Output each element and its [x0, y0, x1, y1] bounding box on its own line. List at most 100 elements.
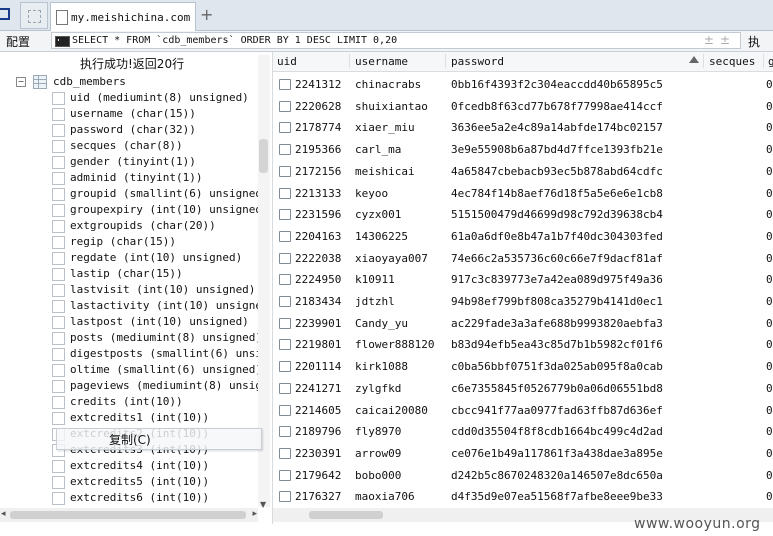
cell-uid[interactable]: 2220628 [295, 100, 341, 113]
cell-password[interactable]: 0fcedb8f63cd77b678f77998ae414ccf [451, 100, 663, 113]
cell-username[interactable]: 14306225 [355, 230, 408, 243]
cell-uid[interactable]: 2179642 [295, 469, 341, 482]
row-checkbox[interactable] [279, 144, 291, 156]
field-item[interactable]: lastpost (int(10) unsigned) [52, 315, 262, 331]
field-checkbox[interactable] [52, 188, 65, 201]
row-checkbox[interactable] [279, 317, 291, 329]
table-row[interactable]: 2204163 14306225 61a0a6df0e8b47a1b7f40dc30… [273, 226, 773, 248]
field-item[interactable]: digestposts (smallint(6) unsigned) [52, 347, 262, 363]
execute-button[interactable]: 执 [748, 33, 760, 50]
cell-username[interactable]: kirk1088 [355, 360, 408, 373]
table-row[interactable]: 2230391 arrow09 ce076e1b49a117861f3a438dae… [273, 443, 773, 465]
table-row[interactable]: 2178774 xiaer_miu 3636ee5a2e4c89a14abfde17… [273, 117, 773, 139]
cell-secques[interactable]: 0 [766, 187, 773, 200]
cell-username[interactable]: jdtzhl [355, 295, 395, 308]
cell-username[interactable]: fly8970 [355, 425, 401, 438]
row-checkbox[interactable] [279, 209, 291, 221]
cell-uid[interactable]: 2219801 [295, 338, 341, 351]
column-divider[interactable] [349, 54, 350, 68]
cell-password[interactable]: cdd0d35504f8f8cdb1664bc499c4d2ad [451, 425, 663, 438]
row-checkbox[interactable] [279, 274, 291, 286]
field-checkbox[interactable] [52, 108, 65, 121]
field-checkbox[interactable] [52, 124, 65, 137]
table-row[interactable]: 2179642 bobo000 d242b5c8670248320a146507e8… [273, 465, 773, 487]
cell-uid[interactable]: 2231596 [295, 208, 341, 221]
row-checkbox[interactable] [279, 79, 291, 90]
field-checkbox[interactable] [52, 140, 65, 153]
cell-uid[interactable]: 2241271 [295, 382, 341, 395]
field-checkbox[interactable] [52, 252, 65, 265]
field-item[interactable]: extcredits6 (int(10)) [52, 491, 262, 507]
row-checkbox[interactable] [279, 187, 291, 199]
field-checkbox[interactable] [52, 348, 65, 361]
table-row[interactable]: 2176327 maoxia706 d4f35d9e07ea51568f7afbe8… [273, 486, 773, 508]
field-checkbox[interactable] [52, 284, 65, 297]
table-row[interactable]: 2172156 meishicai 4a65847cbebacb93ec5b878a… [273, 161, 773, 183]
field-checkbox[interactable] [52, 92, 65, 105]
scroll-thumb[interactable] [259, 139, 268, 173]
cell-password[interactable]: 61a0a6df0e8b47a1b7f40dc304303fed [451, 230, 663, 243]
tab-active[interactable]: my.meishichina.com [50, 2, 196, 31]
cell-username[interactable]: xiaer_miu [355, 121, 415, 134]
cell-secques[interactable]: 0 [766, 230, 773, 243]
cell-username[interactable]: flower888120 [355, 338, 434, 351]
field-checkbox[interactable] [52, 268, 65, 281]
cell-password[interactable]: d4f35d9e07ea51568f7afbe8eee9be33 [451, 490, 663, 503]
field-item[interactable]: extgroupids (char(20)) [52, 219, 262, 235]
row-checkbox[interactable] [279, 165, 291, 177]
cell-secques[interactable]: 0 [766, 100, 773, 113]
column-header-uid[interactable]: uid [277, 55, 297, 68]
field-checkbox[interactable] [52, 492, 65, 505]
cell-uid[interactable]: 2241312 [295, 78, 341, 91]
tab-blank[interactable] [20, 2, 48, 29]
scroll-thumb[interactable] [10, 511, 246, 519]
scroll-down-arrow-icon[interactable]: ▼ [260, 500, 266, 509]
row-checkbox[interactable] [279, 100, 291, 112]
column-divider[interactable] [703, 54, 704, 68]
table-row[interactable]: 2224950 k10911 917c3c839773e7a42ea089d975f… [273, 269, 773, 291]
cell-username[interactable]: keyoo [355, 187, 388, 200]
field-checkbox[interactable] [52, 332, 65, 345]
field-item[interactable]: gender (tinyint(1)) [52, 155, 262, 171]
cell-username[interactable]: zylgfkd [355, 382, 401, 395]
cell-password[interactable]: 74e66c2a535736c60c66e7f9dacf81af [451, 252, 663, 265]
row-checkbox[interactable] [279, 491, 291, 503]
field-checkbox[interactable] [52, 364, 65, 377]
cell-uid[interactable]: 2224950 [295, 273, 341, 286]
row-checkbox[interactable] [279, 122, 291, 134]
cell-uid[interactable]: 2176327 [295, 490, 341, 503]
new-tab-button[interactable]: + [200, 5, 213, 24]
cell-secques[interactable]: 0 [766, 208, 773, 221]
cell-password[interactable]: 4a65847cbebacb93ec5b878abd64cdfc [451, 165, 663, 178]
table-row[interactable]: 2220628 shuixiantao 0fcedb8f63cd77b678f779… [273, 96, 773, 118]
cell-password[interactable]: 0bb16f4393f2c304eaccdd40b65895c5 [451, 78, 663, 91]
cell-username[interactable]: cyzx001 [355, 208, 401, 221]
row-checkbox[interactable] [279, 339, 291, 351]
sql-input[interactable]: SELECT * FROM `cdb_members` ORDER BY 1 D… [51, 32, 741, 49]
cell-password[interactable]: ac229fade3a3afe688b9993820aebfa3 [451, 317, 663, 330]
field-checkbox[interactable] [52, 300, 65, 313]
column-header-username[interactable]: username [355, 55, 408, 68]
cell-username[interactable]: bobo000 [355, 469, 401, 482]
cell-password[interactable]: b83d94efb5ea43c85d7b1b5982cf01f6 [451, 338, 663, 351]
table-row[interactable]: 2201114 kirk1088 c0ba56bbf0751f3da025ab095… [273, 356, 773, 378]
cell-password[interactable]: 3636ee5a2e4c89a14abfde174bc02157 [451, 121, 663, 134]
table-row[interactable]: 2222038 xiaoyaya007 74e66c2a535736c60c66e7… [273, 248, 773, 270]
table-row[interactable]: 2189796 fly8970 cdd0d35504f8f8cdb1664bc499… [273, 421, 773, 443]
cell-secques[interactable]: 0 [766, 360, 773, 373]
field-item[interactable]: regip (char(15)) [52, 235, 262, 251]
field-item[interactable]: groupexpiry (int(10) unsigned) [52, 203, 262, 219]
cell-secques[interactable]: 0 [766, 338, 773, 351]
field-checkbox[interactable] [52, 156, 65, 169]
cell-secques[interactable]: 0 [766, 404, 773, 417]
cell-uid[interactable]: 2172156 [295, 165, 341, 178]
field-item[interactable]: pageviews (mediumint(8) unsigned) [52, 379, 262, 395]
cell-username[interactable]: chinacrabs [355, 78, 421, 91]
column-header-secques[interactable]: secques [709, 55, 755, 68]
field-item[interactable]: credits (int(10)) [52, 395, 262, 411]
table-row[interactable]: 2241312 chinacrabs 0bb16f4393f2c304eaccdd4… [273, 74, 773, 96]
table-row[interactable]: 2213133 keyoo 4ec784f14b8aef76d18f5a5e6e6e… [273, 183, 773, 205]
field-item[interactable]: extcredits5 (int(10)) [52, 475, 262, 491]
table-row[interactable]: 2214605 caicai20080 cbcc941f77aa0977fad63f… [273, 400, 773, 422]
cell-uid[interactable]: 2213133 [295, 187, 341, 200]
